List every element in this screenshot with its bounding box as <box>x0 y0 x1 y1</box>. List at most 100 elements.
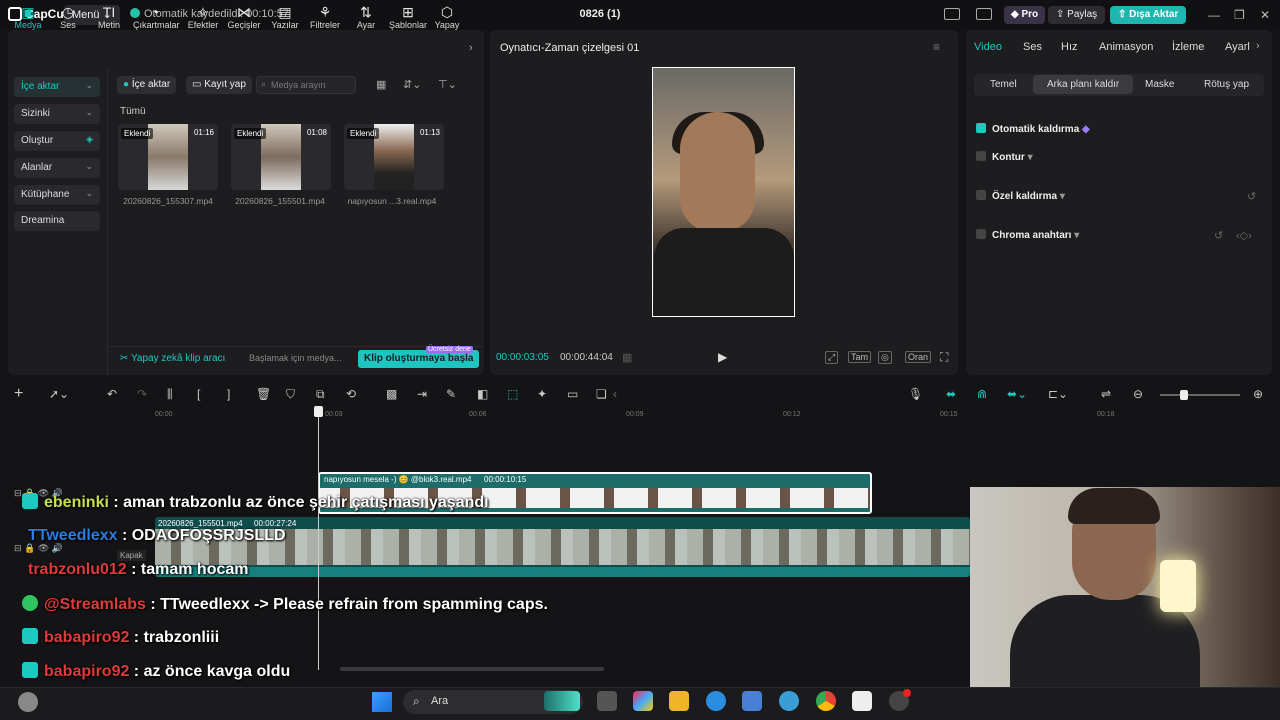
hamburger-icon[interactable]: ≡ <box>933 40 940 54</box>
subtab-basic[interactable]: Temel <box>990 79 1017 90</box>
chrome-icon[interactable] <box>816 691 836 711</box>
pro-button[interactable]: ◆ Pro <box>1004 6 1046 24</box>
magnet-icon[interactable]: ⋒ <box>977 387 987 401</box>
tab-text[interactable]: TI Metin <box>87 4 131 30</box>
captions-tool-icon[interactable]: ▭ <box>567 387 578 401</box>
custom-remove-option[interactable]: Özel kaldırma ▾ <box>976 190 1065 202</box>
stroke-option[interactable]: Kontur ▾ <box>976 151 1033 163</box>
split-icon[interactable]: ⫼ <box>167 387 173 402</box>
chevron-left-icon[interactable]: ‹ <box>613 387 617 401</box>
fullscreen-icon[interactable]: ⛶ <box>940 350 948 365</box>
sidebar-item-yours[interactable]: Sizinki ⌄ <box>14 104 100 124</box>
tab-filters[interactable]: ⚘ Filtreler <box>303 4 347 30</box>
trim-left-icon[interactable]: [ <box>197 387 200 401</box>
media-search-input[interactable]: ⌕ Medya arayın <box>256 76 356 94</box>
timeline-scrollbar[interactable] <box>340 667 604 671</box>
fit-timeline-icon[interactable]: ⇌ <box>1101 387 1111 401</box>
subtab-mask[interactable]: Maske <box>1145 79 1174 90</box>
sidebar-item-create[interactable]: Oluştur ◈ <box>14 131 100 151</box>
tab-media[interactable]: ▣ Medya <box>6 4 50 30</box>
tab-tracking[interactable]: İzleme <box>1172 41 1204 53</box>
export-button[interactable]: ⇧ Dışa Aktar <box>1110 6 1187 24</box>
person-icon[interactable]: ⬚ <box>507 387 518 401</box>
tab-transitions[interactable]: ⋈ Geçişler <box>222 4 266 30</box>
ai-clip-tool[interactable]: ✂ Yapay zekâ klip aracı <box>120 353 225 364</box>
tab-captions[interactable]: ▤ Yazılar <box>263 4 307 30</box>
app-icon[interactable] <box>779 691 799 711</box>
tab-audio[interactable]: ◷ Ses <box>46 4 90 30</box>
fullsize-button[interactable]: Tam <box>848 351 872 363</box>
record-button[interactable]: ▭ Kayıt yap <box>186 76 252 94</box>
edge-icon[interactable] <box>706 691 726 711</box>
tab-ai[interactable]: ⬡ Yapay <box>425 4 469 30</box>
capcut-taskbar-icon[interactable] <box>852 691 872 711</box>
timeline-view-icon[interactable]: ▦ <box>622 351 632 364</box>
magic-icon[interactable]: ✦ <box>537 387 547 401</box>
tab-adjust[interactable]: ⇅ Ayar <box>344 4 388 30</box>
subtab-retouch[interactable]: Rötuş yap <box>1204 79 1249 90</box>
store-icon[interactable] <box>742 691 762 711</box>
mirror-icon[interactable]: ◧ <box>477 387 488 401</box>
maximize-icon[interactable]: ❐ <box>1234 8 1245 22</box>
media-card[interactable]: Eklendi 01:13 <box>344 124 444 190</box>
tab-animation[interactable]: Animasyon <box>1099 41 1153 53</box>
shield-icon[interactable]: ⛉ <box>286 387 295 402</box>
zoom-in-icon[interactable]: ⊕ <box>1253 387 1263 401</box>
play-button[interactable]: ▶ <box>718 350 727 364</box>
select-tool-icon[interactable]: ➚⌄ <box>49 387 69 401</box>
snapshot-icon[interactable]: ⤢ <box>825 351 839 364</box>
minimize-icon[interactable]: — <box>1208 8 1220 22</box>
tab-stickers[interactable]: ◔ Çıkartmalar <box>133 4 180 30</box>
layout-icon[interactable] <box>944 8 960 20</box>
link-icon[interactable]: ⬌ <box>946 387 956 401</box>
share-button[interactable]: ⇪ Paylaş <box>1048 6 1106 24</box>
transform-icon[interactable]: ⟲ <box>346 387 356 401</box>
chevron-right-icon[interactable]: › <box>1256 40 1260 52</box>
tab-video[interactable]: Video <box>974 41 1002 53</box>
sidebar-item-dreamina[interactable]: Dreamina <box>14 211 100 231</box>
task-view-icon[interactable] <box>597 691 617 711</box>
ratio-button[interactable]: Oran <box>905 351 932 363</box>
snap-icon[interactable]: ⬌⌄ <box>1007 387 1027 401</box>
chroma-key-option[interactable]: Chroma anahtarı ▾ <box>976 229 1079 241</box>
tab-audio[interactable]: Ses <box>1023 41 1042 53</box>
tab-effects[interactable]: ✧ Efektler <box>181 4 225 30</box>
sidebar-item-spaces[interactable]: Alanlar ⌄ <box>14 158 100 178</box>
zoom-slider[interactable] <box>1160 394 1240 396</box>
filter-icon[interactable]: ⊤⌄ <box>438 78 457 91</box>
freeze-icon[interactable]: ▩ <box>386 387 397 401</box>
trim-right-icon[interactable]: ] <box>227 387 230 401</box>
copy-icon[interactable]: ❏ <box>596 387 607 401</box>
checkbox-icon[interactable] <box>976 151 986 161</box>
pen-icon[interactable]: ✎ <box>446 387 456 401</box>
auto-remove-option[interactable]: Otomatik kaldırma ◆ <box>976 123 1090 135</box>
keyboard-icon[interactable] <box>976 8 992 20</box>
extract-icon[interactable]: ⇥ <box>417 387 427 401</box>
tab-speed[interactable]: Hız <box>1061 41 1078 53</box>
redo-icon[interactable]: ↷ <box>137 387 147 401</box>
chevron-right-icon[interactable]: › <box>469 42 473 54</box>
playhead-handle[interactable] <box>314 406 323 417</box>
undo-icon[interactable]: ↶ <box>107 387 117 401</box>
import-button[interactable]: ● İçe aktar <box>117 76 177 94</box>
delete-icon[interactable]: 🗑 <box>256 387 271 401</box>
zoom-out-icon[interactable]: ⊖ <box>1133 387 1143 401</box>
add-track-icon[interactable]: + <box>14 385 23 403</box>
sidebar-item-import[interactable]: İçe aktar ⌄ <box>14 77 100 97</box>
microphone-icon[interactable]: 🎙 <box>908 387 923 401</box>
checkbox-icon[interactable] <box>976 190 986 200</box>
focus-icon[interactable]: ◎ <box>878 351 892 364</box>
weather-icon[interactable] <box>18 692 38 712</box>
close-icon[interactable]: ✕ <box>1260 8 1270 22</box>
subtab-remove-background[interactable]: Arka planı kaldır <box>1033 75 1134 94</box>
tab-adjustments[interactable]: Ayarl <box>1225 41 1250 53</box>
tab-templates[interactable]: ⊞ Şablonlar <box>386 4 430 30</box>
windows-start-icon[interactable] <box>372 692 392 712</box>
cover-label[interactable]: Kapak <box>117 550 146 561</box>
media-card[interactable]: Eklendi 01:16 <box>118 124 218 190</box>
keyframe-icon[interactable]: ‹◇› <box>1236 229 1252 242</box>
reset-icon[interactable]: ↺ <box>1247 190 1256 203</box>
copilot-icon[interactable] <box>633 691 653 711</box>
grid-view-icon[interactable]: ▦ <box>376 78 386 91</box>
crop-icon[interactable]: ⧉ <box>316 387 325 402</box>
